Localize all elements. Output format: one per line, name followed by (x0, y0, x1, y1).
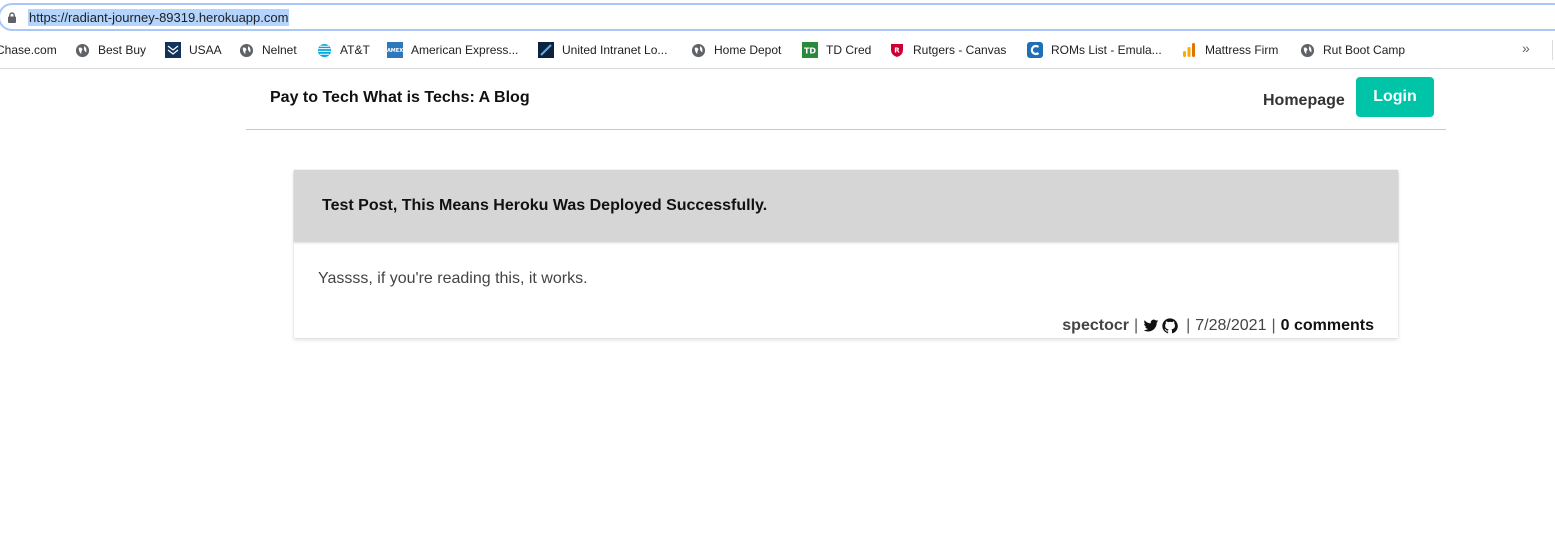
bookmark-label: Nelnet (262, 43, 297, 57)
bookmark-chase[interactable]: Chase.com (0, 38, 57, 62)
bookmark-mattress-firm[interactable]: Mattress Firm (1181, 38, 1278, 62)
bookmark-label: Best Buy (98, 43, 147, 57)
roms-icon (1027, 42, 1043, 58)
bookmark-best-buy[interactable]: Best Buy (74, 38, 146, 62)
post-body: Yassss, if you're reading this, it works… (318, 270, 588, 287)
bookmark-rut-boot-camp[interactable]: Rut Boot Camp (1299, 38, 1405, 62)
post-card: Test Post, This Means Heroku Was Deploye… (294, 170, 1398, 338)
lock-icon (8, 12, 16, 23)
bookmark-label: USAA (189, 43, 222, 57)
globe-icon (74, 42, 90, 58)
united-icon (538, 42, 554, 58)
bookmark-label: Rut Boot Camp (1323, 43, 1406, 57)
td-icon: TD (802, 42, 818, 58)
github-icon[interactable] (1162, 318, 1178, 334)
nav-homepage-link[interactable]: Homepage (1263, 92, 1345, 110)
twitter-icon[interactable] (1143, 318, 1159, 334)
svg-text:R: R (894, 47, 900, 55)
usaa-icon (165, 42, 181, 58)
post-date: 7/28/2021 (1195, 317, 1267, 334)
bookmark-label: American Express... (411, 43, 519, 57)
bookmark-label: Chase.com (0, 43, 57, 57)
bookmark-label: Mattress Firm (1205, 43, 1279, 57)
analytics-icon (1181, 42, 1197, 58)
bookmark-td-cred[interactable]: TD TD Cred (802, 38, 871, 62)
meta-separator: | (1186, 317, 1191, 334)
bookmark-roms-list[interactable]: ROMs List - Emula... (1027, 38, 1162, 62)
bookmark-label: AT&T (340, 43, 370, 57)
meta-separator: | (1271, 317, 1276, 334)
bookmark-amex[interactable]: AMEX American Express... (387, 38, 518, 62)
svg-text:AMEX: AMEX (387, 48, 403, 54)
bookmark-united[interactable]: United Intranet Lo... (538, 38, 667, 62)
bookmark-nelnet[interactable]: Nelnet (238, 38, 297, 62)
post-meta: spectocr | | 7/28/2021 | 0 comments (1062, 317, 1374, 335)
bookmarks-overflow-button[interactable]: » (1522, 40, 1530, 56)
amex-icon: AMEX (387, 42, 403, 58)
bookmark-label: Home Depot (714, 43, 782, 57)
login-button[interactable]: Login (1356, 77, 1434, 117)
globe-icon (238, 42, 254, 58)
post-author[interactable]: spectocr (1062, 317, 1129, 335)
site-title[interactable]: Pay to Tech What is Techs: A Blog (270, 89, 530, 107)
site-header: Pay to Tech What is Techs: A Blog Homepa… (246, 69, 1446, 130)
bookmarks-bar: Chase.com Best Buy USAA Nelnet AT&T AMEX… (0, 38, 1555, 62)
post-title[interactable]: Test Post, This Means Heroku Was Deploye… (322, 197, 767, 215)
globe-icon (1299, 42, 1315, 58)
att-icon (316, 42, 332, 58)
bookmark-label: Rutgers - Canvas (913, 43, 1007, 57)
bookmark-rutgers-canvas[interactable]: R Rutgers - Canvas (889, 38, 1006, 62)
bookmark-home-depot[interactable]: Home Depot (690, 38, 781, 62)
post-header: Test Post, This Means Heroku Was Deploye… (294, 170, 1398, 242)
bookmark-usaa[interactable]: USAA (165, 38, 222, 62)
rutgers-icon: R (889, 42, 905, 58)
svg-text:TD: TD (804, 47, 816, 56)
bookmark-att[interactable]: AT&T (316, 38, 370, 62)
meta-separator: | (1133, 317, 1139, 334)
globe-icon (690, 42, 706, 58)
post-comments-link[interactable]: 0 comments (1281, 317, 1374, 335)
bookmark-label: ROMs List - Emula... (1051, 43, 1162, 57)
bookmark-label: United Intranet Lo... (562, 43, 668, 57)
bookmarks-divider (1552, 40, 1553, 60)
bookmark-label: TD Cred (826, 43, 872, 57)
url-text[interactable]: https://radiant-journey-89319.herokuapp.… (28, 9, 290, 26)
